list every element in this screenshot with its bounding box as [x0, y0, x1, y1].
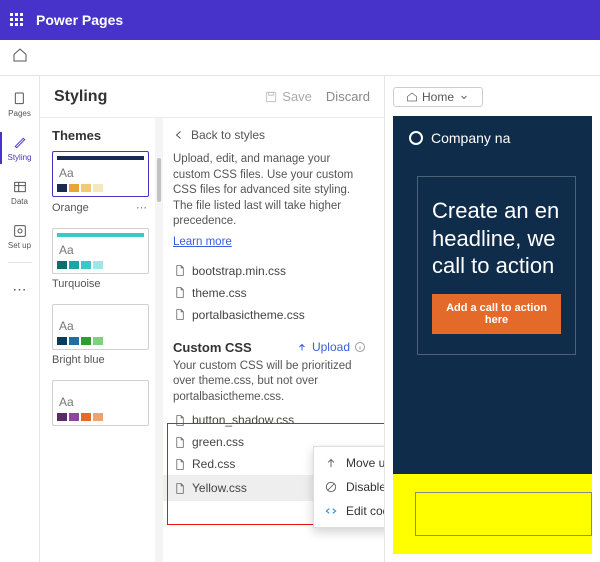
base-css-file[interactable]: portalbasictheme.css: [173, 304, 370, 326]
base-css-file[interactable]: theme.css: [173, 282, 370, 304]
file-name: theme.css: [192, 286, 247, 300]
ctx-edit-code[interactable]: Edit code: [314, 499, 384, 523]
breadcrumb-label: Home: [422, 90, 454, 104]
theme-label-row: Orange ⋯: [52, 201, 149, 214]
rail-label: Pages: [8, 109, 31, 118]
discard-label: Discard: [326, 89, 370, 104]
ctx-label: Edit code: [346, 504, 384, 518]
theme-menu-icon[interactable]: ⋯: [136, 201, 149, 214]
save-label: Save: [282, 89, 312, 104]
preview-pane: Home Company na Create an en headline, w…: [385, 76, 600, 562]
scroll-thumb[interactable]: [157, 158, 161, 202]
logo-icon: [409, 131, 423, 145]
rail-label: Data: [11, 197, 28, 206]
rail-styling[interactable]: Styling: [0, 126, 40, 170]
theme-label: Orange: [52, 202, 89, 214]
preview-frame: Company na Create an en headline, we cal…: [393, 116, 592, 554]
file-name: Red.css: [192, 457, 235, 471]
rail-label: Set up: [8, 241, 31, 250]
upload-label: Upload: [312, 340, 350, 354]
theme-label: Turquoise: [52, 278, 101, 290]
file-name: Yellow.css: [192, 481, 247, 495]
rail-label: Styling: [7, 153, 31, 162]
back-label: Back to styles: [191, 128, 265, 142]
preview-header: Company na: [393, 116, 592, 160]
theme-card-turquoise[interactable]: Aa: [52, 228, 149, 274]
upload-button[interactable]: Upload: [292, 340, 370, 354]
app-title: Power Pages: [36, 12, 123, 28]
ctx-move-up[interactable]: Move up: [314, 451, 384, 475]
ctx-disable[interactable]: Disable: [314, 475, 384, 499]
theme-label: Bright blue: [52, 354, 105, 366]
home-icon[interactable]: [12, 47, 28, 68]
ctx-label: Move up: [346, 456, 384, 470]
chevron-down-icon: [458, 91, 470, 103]
breadcrumb-home[interactable]: Home: [393, 87, 483, 107]
custom-css-title: Custom CSS: [173, 340, 252, 355]
styling-pane: Styling Save Discard Themes Aa Orange: [40, 76, 385, 562]
styling-header: Styling Save Discard: [40, 76, 384, 118]
rail-more[interactable]: ⋯: [0, 267, 40, 311]
styling-title: Styling: [54, 88, 250, 106]
rail-separator: [8, 262, 32, 263]
nav-rail: Pages Styling Data Set up ⋯: [0, 76, 40, 562]
cta-button[interactable]: Add a call to action here: [432, 294, 561, 334]
company-name: Company na: [431, 130, 510, 146]
base-css-file[interactable]: bootstrap.min.css: [173, 260, 370, 282]
theme-label-row: Turquoise: [52, 278, 149, 290]
learn-more-link[interactable]: Learn more: [173, 236, 232, 248]
file-name: button_shadow.css: [192, 413, 294, 427]
titlebar: Power Pages: [0, 0, 600, 40]
ctx-label: Disable: [346, 480, 384, 494]
preview-breadcrumb: Home: [393, 84, 592, 110]
custom-css-header: Custom CSS Upload: [173, 340, 370, 355]
preview-yellow-strip: [393, 474, 592, 554]
file-name: portalbasictheme.css: [192, 308, 305, 322]
context-menu: Move up Disable Edit code: [313, 446, 384, 528]
rail-pages[interactable]: Pages: [0, 82, 40, 126]
info-icon: [354, 341, 366, 353]
save-button[interactable]: Save: [264, 89, 312, 104]
themes-scrollbar[interactable]: [155, 118, 163, 562]
css-description: Upload, edit, and manage your custom CSS…: [173, 152, 370, 230]
hero-section: Create an en headline, we call to action…: [417, 176, 576, 355]
css-panel: Back to styles Upload, edit, and manage …: [163, 118, 384, 562]
file-name: green.css: [192, 435, 244, 449]
themes-heading: Themes: [52, 128, 149, 143]
custom-css-file[interactable]: button_shadow.css: [173, 409, 370, 431]
discard-button[interactable]: Discard: [326, 89, 370, 104]
rail-data[interactable]: Data: [0, 170, 40, 214]
custom-css-desc: Your custom CSS will be prioritized over…: [173, 359, 370, 406]
app-launcher-icon[interactable]: [10, 13, 24, 27]
theme-label-row: Bright blue: [52, 354, 149, 366]
theme-card-orange[interactable]: Aa: [52, 151, 149, 197]
file-name: bootstrap.min.css: [192, 264, 286, 278]
themes-column: Themes Aa Orange ⋯ Aa Turquoise: [40, 118, 155, 562]
rail-setup[interactable]: Set up: [0, 214, 40, 258]
breadcrumb-bar: [0, 40, 600, 76]
theme-card-brightblue[interactable]: Aa: [52, 304, 149, 350]
back-to-styles[interactable]: Back to styles: [173, 128, 370, 142]
theme-card-4[interactable]: Aa: [52, 380, 149, 426]
hero-headline: Create an en headline, we call to action: [432, 197, 561, 280]
